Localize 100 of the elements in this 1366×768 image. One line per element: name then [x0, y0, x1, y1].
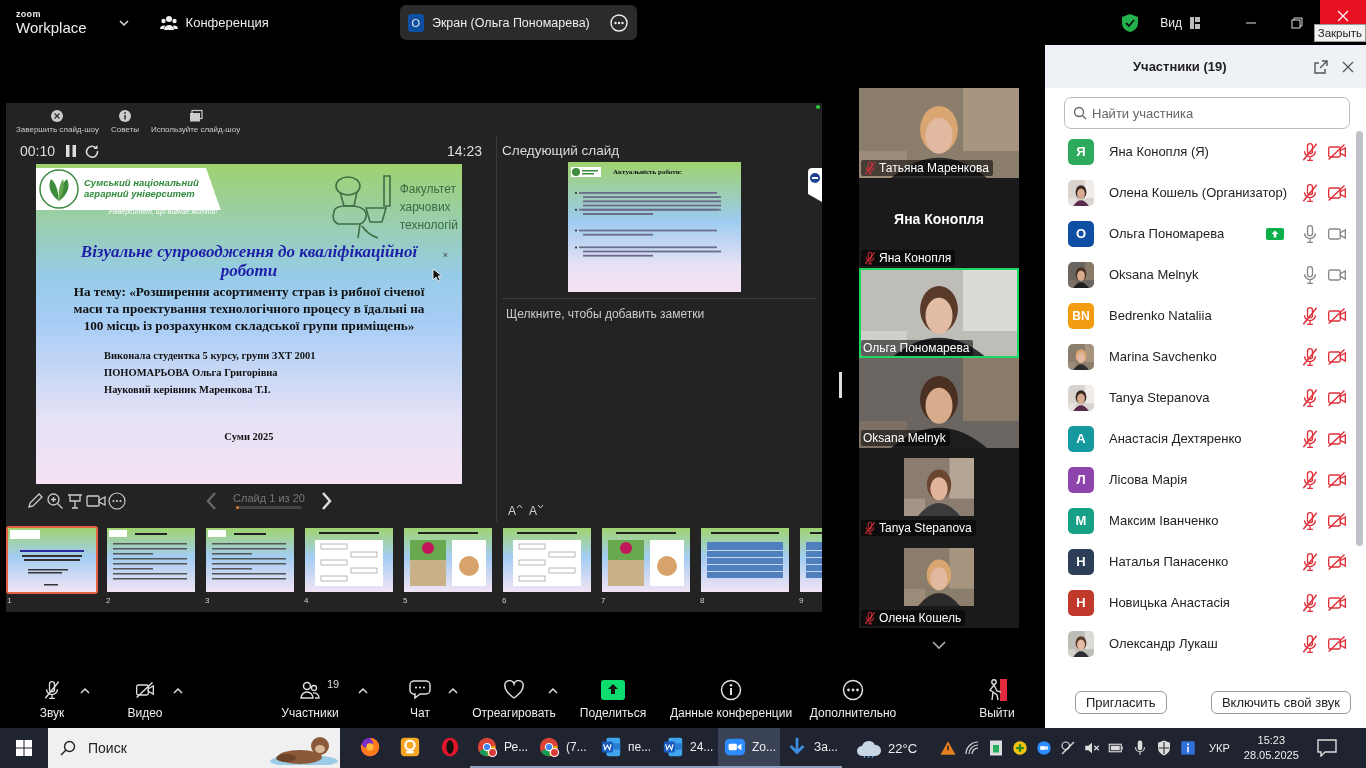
participant-row[interactable]: Н Новицька Анастасія: [1045, 582, 1366, 623]
popout-icon[interactable]: [1314, 59, 1328, 74]
unmute-button[interactable]: Включить свой звук: [1210, 690, 1351, 714]
slide-thumbnail[interactable]: [204, 526, 296, 594]
more-icon: [842, 679, 864, 701]
chat-button[interactable]: Чат: [380, 670, 460, 728]
slides-icon: [188, 109, 203, 123]
avatar-icon: А: [1068, 425, 1094, 452]
view-button[interactable]: Вид: [1160, 15, 1200, 30]
slideshow-button[interactable]: Используйте слайд-шоу: [150, 109, 241, 135]
slide-number: 7: [601, 596, 607, 605]
caret-icon: [537, 504, 545, 509]
reactions-button[interactable]: Отреагировать: [464, 670, 564, 728]
slide-thumbnail[interactable]: [501, 526, 593, 594]
camera-icon[interactable]: [86, 492, 106, 510]
tips-button[interactable]: Советы: [111, 109, 139, 135]
more-icon[interactable]: [108, 492, 126, 510]
participant-name: Tanya Stepanova: [1109, 390, 1210, 405]
participants-button[interactable]: 19 Участники: [265, 670, 355, 728]
notes-field[interactable]: Щелкните, чтобы добавить заметки: [502, 298, 816, 504]
participant-row[interactable]: О Ольга Пономарева: [1045, 213, 1366, 254]
reset-icon[interactable]: [85, 143, 100, 158]
share-icon: [601, 680, 625, 700]
caret-icon[interactable]: [448, 687, 458, 695]
participant-row[interactable]: А Анастасія Дехтяренко: [1045, 418, 1366, 459]
plus-icon[interactable]: [1011, 739, 1030, 757]
search-icon: [60, 740, 76, 756]
participant-row[interactable]: Олександр Лукаш: [1045, 623, 1366, 664]
meeting-button[interactable]: Конференция: [159, 14, 269, 31]
credit-line: ПОНОМАРЬОВА Ольга Григорівна: [104, 366, 279, 380]
participant-row[interactable]: Олена Кошель (Организатор): [1045, 172, 1366, 213]
avatar-icon: Н: [1068, 589, 1094, 616]
info-icon[interactable]: [1179, 739, 1198, 757]
participant-row[interactable]: Tanya Stepanova: [1045, 377, 1366, 418]
zoom-app-icon: [724, 736, 746, 758]
slide-number: 3: [205, 596, 211, 605]
zoom-app-icon[interactable]: [1035, 739, 1054, 757]
zoom-icon[interactable]: [46, 492, 64, 510]
font-decrease-button[interactable]: A: [529, 504, 545, 518]
caret-icon: [516, 504, 523, 509]
faculty-name: Факультет харчових технологій: [399, 181, 458, 234]
participant-name: Олександр Лукаш: [1109, 636, 1218, 651]
slide-thumbnail[interactable]: [600, 526, 692, 594]
taskbar-app[interactable]: Ре...: [470, 728, 532, 768]
font-increase-button[interactable]: A: [508, 504, 523, 518]
invite-button[interactable]: Пригласить: [1075, 690, 1167, 714]
chrome-icon: [538, 736, 560, 758]
notification-icon[interactable]: [1316, 739, 1337, 757]
slide-thumbnail[interactable]: [105, 526, 197, 594]
logo-icon: [571, 167, 601, 177]
close-icon: [50, 109, 65, 123]
caret-icon[interactable]: [358, 687, 368, 695]
participant-name: Яна Конопля (Я): [1109, 144, 1209, 159]
close-icon[interactable]: [1342, 60, 1354, 73]
more-button[interactable]: Дополнительно: [801, 670, 905, 728]
resize-handle[interactable]: [839, 372, 842, 398]
participant-row[interactable]: Н Наталья Панасенко: [1045, 541, 1366, 582]
participant-row[interactable]: Oksana Melnyk: [1045, 254, 1366, 295]
language-indicator[interactable]: УКР: [1209, 742, 1230, 754]
participant-row[interactable]: Я Яна Конопля (Я): [1045, 131, 1366, 172]
side-tab-icon[interactable]: [808, 168, 822, 202]
taskbar-app[interactable]: За...: [780, 728, 842, 768]
participant-name: Лісова Марія: [1109, 472, 1188, 487]
slide-thumbnail[interactable]: [699, 526, 791, 594]
participant-row[interactable]: BN Bedrenko Nataliia: [1045, 295, 1366, 336]
participant-name: Олена Кошель (Организатор): [1109, 185, 1288, 200]
avatar-icon: Л: [1068, 466, 1094, 493]
weather-widget[interactable]: 22°C: [856, 738, 918, 758]
caret-icon[interactable]: [173, 687, 183, 695]
leave-button[interactable]: Выйти: [967, 670, 1027, 728]
taskbar-app[interactable]: Zo...: [718, 728, 780, 768]
slide-number: 1: [7, 596, 13, 605]
pen-icon[interactable]: [26, 492, 44, 510]
slide-thumbnail[interactable]: [6, 526, 98, 594]
search-field[interactable]: Найти участника: [1064, 97, 1350, 129]
pause-icon[interactable]: [65, 143, 78, 158]
people-icon: [159, 14, 178, 31]
participant-name: Яна Конопля: [879, 251, 952, 265]
share-button[interactable]: Поделиться: [568, 670, 658, 728]
document-icon: [600, 736, 622, 758]
audio-button[interactable]: Звук: [12, 670, 92, 728]
participant-row[interactable]: Л Лісова Марія: [1045, 459, 1366, 500]
caret-icon[interactable]: [548, 687, 558, 695]
caret-icon[interactable]: [80, 687, 90, 695]
end-show-button[interactable]: Завершить слайд-шоу: [16, 109, 99, 135]
participant-row[interactable]: Marina Savchenko: [1045, 336, 1366, 377]
next-icon[interactable]: [321, 491, 333, 511]
slide-thumbnail[interactable]: [402, 526, 494, 594]
pointer-icon[interactable]: [66, 492, 84, 510]
chevron-down-icon[interactable]: [931, 640, 947, 650]
previous-icon[interactable]: [205, 491, 217, 511]
slide-thumbnail[interactable]: [303, 526, 395, 594]
meeting-info-button[interactable]: Данные конференции: [666, 670, 796, 728]
restore-icon[interactable]: [1291, 16, 1303, 29]
participant-row[interactable]: М Максим Іванченко: [1045, 500, 1366, 541]
taskbar-app[interactable]: (7...: [532, 728, 594, 768]
video-button[interactable]: Видео: [105, 670, 185, 728]
taskbar-app[interactable]: пе...: [594, 728, 656, 768]
cloud-icon: [856, 738, 882, 758]
avatar-icon: О: [1068, 220, 1094, 247]
